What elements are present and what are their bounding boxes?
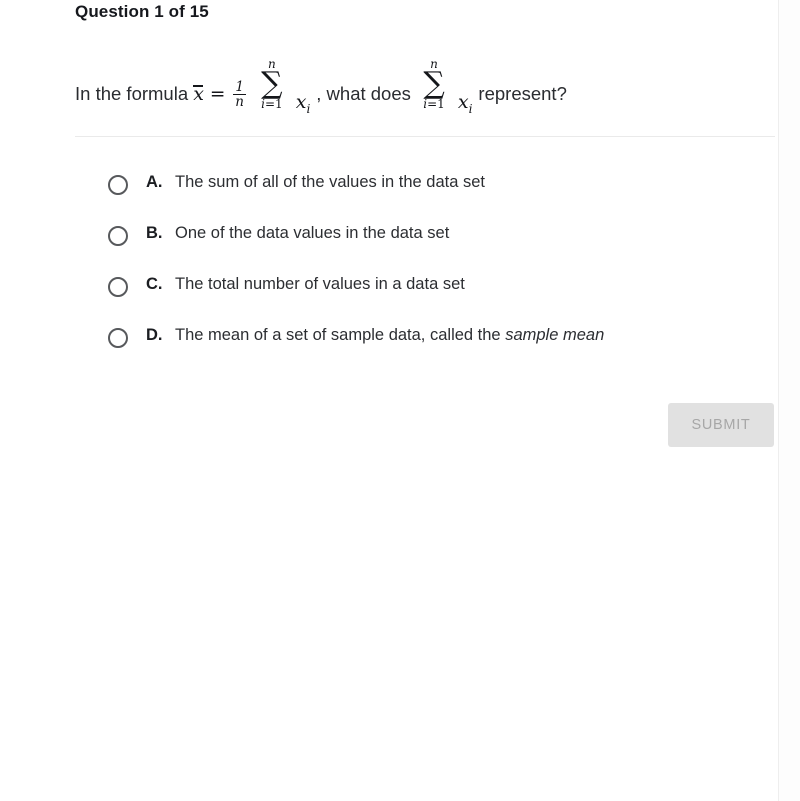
sigma-icon: ∑ bbox=[261, 66, 283, 101]
summand-term-first: xi bbox=[295, 90, 311, 116]
summand-subscript: i bbox=[306, 101, 311, 116]
equals-sign: = bbox=[209, 84, 226, 106]
option-text-b-main: One of the data values in the data set bbox=[175, 224, 450, 242]
x-bar-symbol: x bbox=[193, 83, 204, 106]
option-letter-d: D. bbox=[146, 326, 163, 344]
option-text-a-main: The sum of all of the values in the data… bbox=[175, 173, 486, 191]
sum2-lower-limit: i=1 bbox=[419, 98, 449, 110]
radio-button-b[interactable] bbox=[108, 226, 128, 246]
radio-button-d[interactable] bbox=[108, 328, 128, 348]
sum-lower-equals: = bbox=[264, 96, 275, 111]
question-middle-text: , what does bbox=[316, 83, 411, 105]
summation-operator-second: n ∑ i=1 bbox=[419, 58, 449, 110]
sum-lower-limit: i=1 bbox=[257, 98, 287, 110]
option-text-c: The total number of values in a data set bbox=[175, 275, 465, 294]
summation-operator-first: n ∑ i=1 bbox=[257, 58, 287, 110]
sigma-icon: ∑ bbox=[423, 66, 445, 101]
sum-lower-value: 1 bbox=[275, 96, 283, 111]
question-lead-text: In the formula bbox=[75, 83, 189, 105]
option-text-d-main: The mean of a set of sample data, called… bbox=[175, 326, 506, 344]
question-page: Question 1 of 15 In the formula x = 1 n … bbox=[0, 0, 800, 801]
option-text-d-italic: sample mean bbox=[505, 326, 605, 344]
sum2-lower-value: 1 bbox=[437, 96, 445, 111]
option-text-d: The mean of a set of sample data, called… bbox=[175, 326, 604, 345]
question-stem: In the formula x = 1 n n ∑ i=1 xi , what… bbox=[75, 58, 775, 115]
answer-option-d[interactable]: D. The mean of a set of sample data, cal… bbox=[105, 325, 775, 376]
formula-mean-definition: x = 1 n n ∑ i=1 xi bbox=[193, 58, 316, 115]
page-right-margin-band bbox=[779, 0, 800, 801]
fraction-denominator: n bbox=[233, 93, 246, 110]
summand-term-second: xi bbox=[457, 90, 473, 116]
formula-sum-expression: n ∑ i=1 xi bbox=[416, 58, 478, 115]
answer-option-c[interactable]: C. The total number of values in a data … bbox=[105, 274, 775, 325]
summand2-subscript: i bbox=[468, 101, 473, 116]
summand2-base: x bbox=[457, 90, 469, 113]
option-letter-a: A. bbox=[146, 173, 163, 191]
answer-options-list: A. The sum of all of the values in the d… bbox=[105, 172, 775, 376]
summand-base: x bbox=[295, 90, 307, 113]
sum2-lower-equals: = bbox=[427, 96, 438, 111]
submit-button[interactable]: SUBMIT bbox=[668, 403, 774, 447]
answer-option-a[interactable]: A. The sum of all of the values in the d… bbox=[105, 172, 775, 223]
question-counter: Question 1 of 15 bbox=[75, 2, 209, 21]
option-letter-b: B. bbox=[146, 224, 163, 242]
content-divider bbox=[75, 136, 775, 138]
option-text-b: One of the data values in the data set bbox=[175, 224, 449, 243]
radio-button-c[interactable] bbox=[108, 277, 128, 297]
option-text-c-main: The total number of values in a data set bbox=[175, 275, 465, 293]
radio-button-a[interactable] bbox=[108, 175, 128, 195]
question-trailing-text: represent? bbox=[478, 83, 567, 105]
option-text-a: The sum of all of the values in the data… bbox=[175, 173, 485, 192]
option-letter-c: C. bbox=[146, 275, 163, 293]
fraction-numerator: 1 bbox=[235, 78, 244, 95]
fraction-one-over-n: 1 n bbox=[233, 78, 246, 110]
answer-option-b[interactable]: B. One of the data values in the data se… bbox=[105, 223, 775, 274]
